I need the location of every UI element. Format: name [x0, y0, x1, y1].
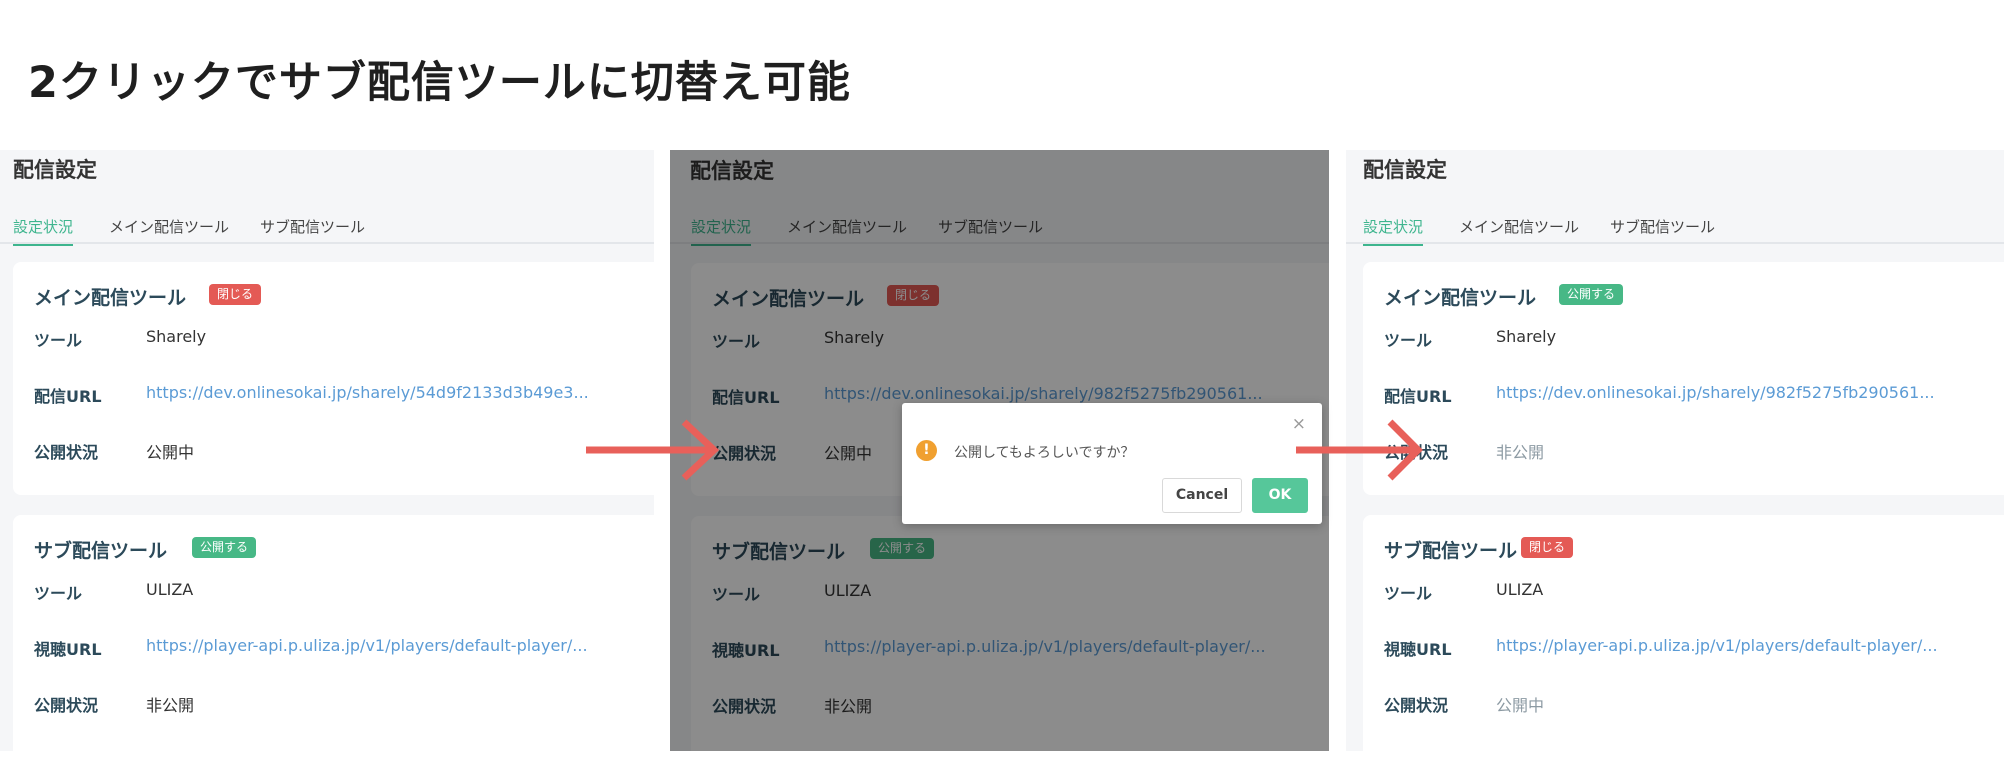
status-value: 公開中	[1496, 696, 1545, 715]
url-link[interactable]: https://dev.onlinesokai.jp/sharely/982f5…	[1496, 383, 1935, 402]
arrow-right-icon	[1296, 419, 1423, 481]
status-value: 非公開	[146, 696, 195, 715]
status-value: 公開中	[146, 443, 195, 462]
tool-value: Sharely	[1496, 327, 1557, 346]
url-label: 視聴URL	[1384, 640, 1452, 659]
sub-tool-card: サブ配信ツール 公開する ツール ULIZA 視聴URL https://pla…	[13, 515, 654, 751]
url-link[interactable]: https://player-api.p.uliza.jp/v1/players…	[146, 636, 588, 655]
tool-label: ツール	[34, 584, 83, 603]
dialog-message: 公開してもよろしいですか？	[954, 445, 1135, 461]
tab-status[interactable]: 設定状況	[1363, 216, 1424, 246]
page-title: 2クリックでサブ配信ツールに切替え可能	[28, 58, 851, 108]
panel-title: 配信設定	[13, 158, 97, 182]
tool-value: ULIZA	[1496, 580, 1544, 599]
tab-main-tool[interactable]: メイン配信ツール	[109, 216, 229, 237]
tab-sub-tool[interactable]: サブ配信ツール	[260, 216, 365, 237]
card-title: サブ配信ツール	[1384, 540, 1518, 562]
main-tool-card: メイン配信ツール 公開する ツール Sharely 配信URL https://…	[1363, 262, 2004, 495]
tool-label: ツール	[34, 331, 83, 350]
status-value: 非公開	[1496, 443, 1545, 462]
publish-badge[interactable]: 公開する	[192, 537, 257, 558]
url-link[interactable]: https://player-api.p.uliza.jp/v1/players…	[1496, 636, 1938, 655]
card-title: メイン配信ツール	[34, 287, 187, 309]
ok-button[interactable]: OK	[1252, 478, 1308, 513]
tab-bar: 設定状況 メイン配信ツール サブ配信ツール	[0, 214, 654, 246]
tab-main-tool[interactable]: メイン配信ツール	[1459, 216, 1579, 237]
sub-tool-card: サブ配信ツール 閉じる ツール ULIZA 視聴URL https://play…	[1363, 515, 2004, 751]
tool-value: Sharely	[146, 327, 207, 346]
status-label: 公開状況	[1384, 696, 1449, 715]
warning-icon: !	[916, 440, 937, 461]
close-badge[interactable]: 閉じる	[209, 284, 262, 305]
cancel-button[interactable]: Cancel	[1162, 478, 1242, 513]
status-label: 公開状況	[34, 443, 99, 462]
tool-label: ツール	[1384, 584, 1433, 603]
main-tool-card: メイン配信ツール 閉じる ツール Sharely 配信URL https://d…	[13, 262, 654, 495]
url-label: 配信URL	[34, 387, 102, 406]
confirm-dialog: × ! 公開してもよろしいですか？ Cancel OK	[902, 403, 1322, 524]
settings-panel-before: 配信設定 設定状況 メイン配信ツール サブ配信ツール メイン配信ツール 閉じる …	[0, 150, 654, 751]
url-label: 配信URL	[1384, 387, 1452, 406]
url-link[interactable]: https://dev.onlinesokai.jp/sharely/54d9f…	[146, 383, 589, 402]
card-title: サブ配信ツール	[34, 540, 168, 562]
arrow-right-icon	[586, 419, 720, 481]
status-label: 公開状況	[34, 696, 99, 715]
settings-panel-after: 配信設定 設定状況 メイン配信ツール サブ配信ツール メイン配信ツール 公開する…	[1346, 150, 2004, 751]
close-badge[interactable]: 閉じる	[1521, 537, 1574, 558]
tab-status[interactable]: 設定状況	[13, 216, 74, 246]
url-label: 視聴URL	[34, 640, 102, 659]
card-title: メイン配信ツール	[1384, 287, 1537, 309]
tool-label: ツール	[1384, 331, 1433, 350]
tool-value: ULIZA	[146, 580, 194, 599]
publish-badge[interactable]: 公開する	[1559, 284, 1624, 305]
tab-sub-tool[interactable]: サブ配信ツール	[1610, 216, 1715, 237]
tab-bar: 設定状況 メイン配信ツール サブ配信ツール	[1346, 214, 2004, 246]
panel-title: 配信設定	[1363, 158, 1447, 182]
